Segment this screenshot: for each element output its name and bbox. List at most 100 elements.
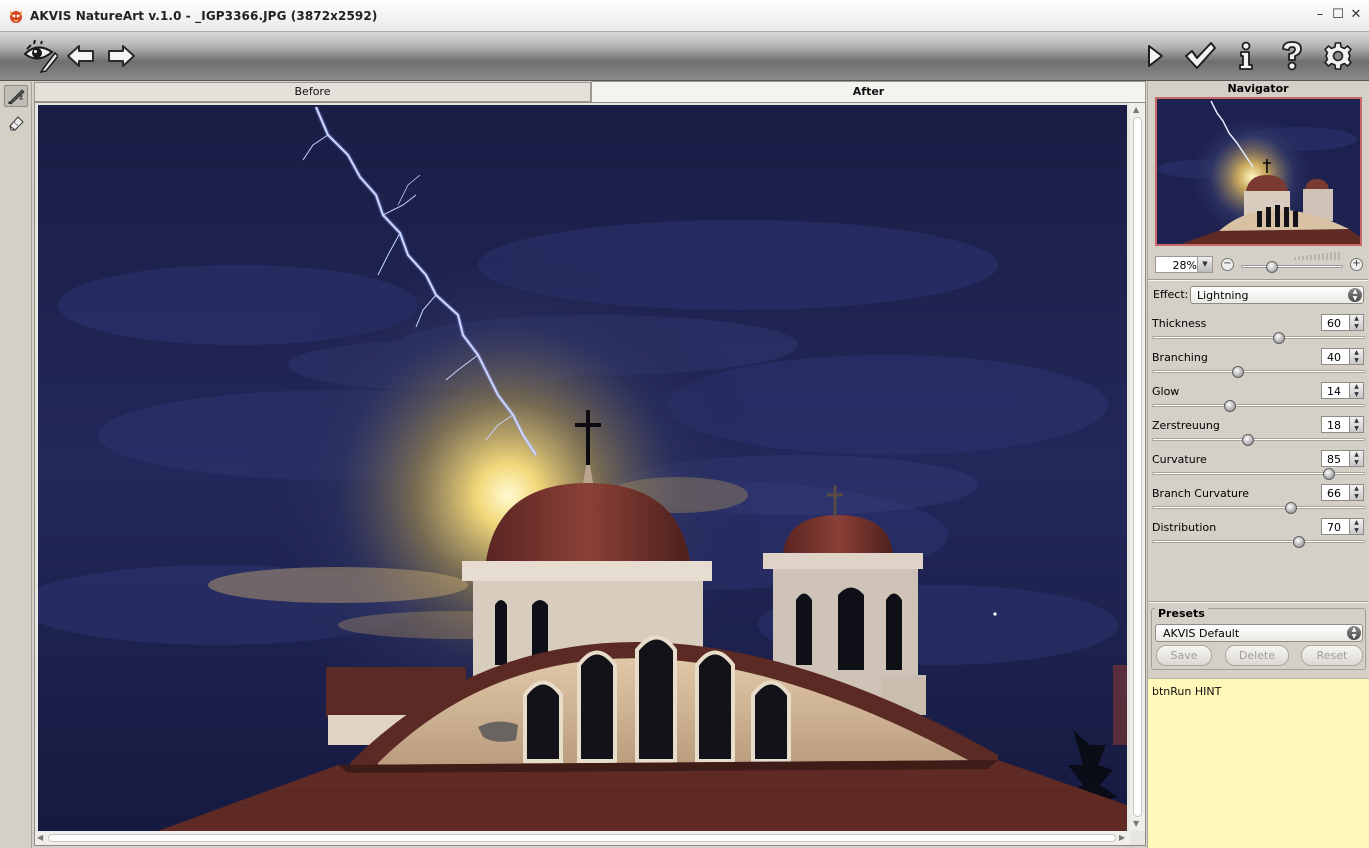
- help-icon: [1282, 41, 1302, 71]
- spin-up-icon[interactable]: ▲: [1350, 349, 1363, 357]
- zoom-dropdown-arrow-icon[interactable]: ▼: [1197, 257, 1212, 272]
- horizontal-scrollbar[interactable]: ◀ ▶: [35, 831, 1130, 845]
- zoom-out-icon[interactable]: −: [1221, 258, 1234, 271]
- param-spinner[interactable]: ▲ ▼: [1350, 314, 1364, 331]
- image-canvas[interactable]: [38, 105, 1127, 831]
- spin-up-icon[interactable]: ▲: [1350, 383, 1363, 391]
- preset-value: AKVIS Default: [1163, 627, 1240, 640]
- param-value-input[interactable]: 40: [1321, 348, 1350, 365]
- main-toolbar: [0, 32, 1369, 81]
- param-label: Zerstreuung: [1152, 419, 1220, 432]
- run-button[interactable]: [1137, 38, 1173, 74]
- effect-select[interactable]: Lightning ▲ ▼: [1190, 286, 1364, 304]
- param-label: Distribution: [1152, 521, 1217, 534]
- spin-up-icon[interactable]: ▲: [1350, 417, 1363, 425]
- spin-up-icon[interactable]: ▲: [1350, 519, 1363, 527]
- param-slider-track[interactable]: [1152, 540, 1365, 543]
- tab-before[interactable]: Before: [34, 82, 591, 102]
- param-slider-track[interactable]: [1152, 404, 1365, 407]
- zoom-slider-track[interactable]: [1241, 265, 1343, 268]
- presets-title: Presets: [1155, 608, 1208, 620]
- param-slider-track[interactable]: [1152, 506, 1365, 509]
- akvis-app-icon: [10, 10, 22, 23]
- param-slider-thumb[interactable]: [1224, 400, 1237, 412]
- info-button[interactable]: [1228, 38, 1264, 74]
- param-value-input[interactable]: 60: [1321, 314, 1350, 331]
- close-button[interactable]: ✕: [1347, 6, 1365, 24]
- param-spinner[interactable]: ▲ ▼: [1350, 348, 1364, 365]
- apply-button[interactable]: [1182, 38, 1218, 74]
- param-spinner[interactable]: ▲ ▼: [1350, 484, 1364, 501]
- save-preset-button[interactable]: Save: [1156, 645, 1212, 666]
- tab-after[interactable]: After: [591, 81, 1146, 102]
- zoom-slider-thumb[interactable]: [1266, 261, 1279, 273]
- param-spinner[interactable]: ▲ ▼: [1350, 518, 1364, 535]
- param-value-input[interactable]: 66: [1321, 484, 1350, 501]
- minimize-button[interactable]: –: [1311, 6, 1329, 24]
- navigator-preview[interactable]: [1155, 97, 1362, 246]
- spin-down-icon[interactable]: ▼: [1350, 459, 1363, 467]
- param-spinner[interactable]: ▲ ▼: [1350, 382, 1364, 399]
- preset-select[interactable]: AKVIS Default ▲ ▼: [1155, 624, 1363, 642]
- apply-checkmark-icon: [1185, 42, 1216, 69]
- image-canvas-frame: ▲ ▼ ◀ ▶: [34, 102, 1146, 846]
- param-slider-track[interactable]: [1152, 370, 1365, 373]
- spin-up-icon[interactable]: ▲: [1350, 315, 1363, 323]
- spin-down-icon[interactable]: ▼: [1350, 323, 1363, 331]
- preview-eye-icon: [23, 39, 58, 73]
- param-slider-thumb[interactable]: [1322, 468, 1335, 480]
- param-label: Glow: [1152, 385, 1180, 398]
- param-value-input[interactable]: 14: [1321, 382, 1350, 399]
- scroll-down-arrow-icon[interactable]: ▼: [1133, 819, 1139, 829]
- vertical-scroll-track[interactable]: [1133, 117, 1142, 817]
- redo-arrow-icon: [108, 45, 135, 67]
- param-slider-thumb[interactable]: [1292, 536, 1305, 548]
- zoom-value: 28%: [1172, 259, 1197, 272]
- zoom-in-icon[interactable]: +: [1350, 258, 1363, 271]
- panel-divider: [1148, 279, 1368, 281]
- maximize-button[interactable]: ☐: [1329, 6, 1347, 24]
- hint-text: btnRun HINT: [1152, 685, 1222, 698]
- info-icon: [1239, 41, 1253, 70]
- spin-down-icon[interactable]: ▼: [1350, 357, 1363, 365]
- param-value-input[interactable]: 18: [1321, 416, 1350, 433]
- horizontal-scroll-track[interactable]: [48, 834, 1116, 842]
- scroll-left-arrow-icon[interactable]: ◀: [37, 833, 43, 843]
- reset-preset-button[interactable]: Reset: [1301, 645, 1363, 666]
- delete-preset-button[interactable]: Delete: [1225, 645, 1289, 666]
- undo-button[interactable]: [63, 38, 99, 74]
- title-bar: AKVIS NatureArt v.1.0 - _IGP3366.JPG (38…: [0, 0, 1369, 32]
- tool-panel: [0, 82, 32, 848]
- param-slider-thumb[interactable]: [1284, 502, 1297, 514]
- param-slider-thumb[interactable]: [1232, 366, 1245, 378]
- vertical-scrollbar[interactable]: ▲ ▼: [1130, 103, 1145, 831]
- spin-up-icon[interactable]: ▲: [1350, 485, 1363, 493]
- app-window: AKVIS NatureArt v.1.0 - _IGP3366.JPG (38…: [0, 0, 1369, 848]
- param-slider-thumb[interactable]: [1272, 332, 1285, 344]
- lightning-brush-tool[interactable]: [4, 85, 28, 107]
- param-slider-track[interactable]: [1152, 438, 1365, 441]
- spin-down-icon[interactable]: ▼: [1350, 527, 1363, 535]
- spin-down-icon[interactable]: ▼: [1350, 425, 1363, 433]
- param-value-input[interactable]: 85: [1321, 450, 1350, 467]
- zoom-combobox[interactable]: 28% ▼: [1155, 256, 1213, 273]
- param-label: Branch Curvature: [1152, 487, 1250, 500]
- help-button[interactable]: [1274, 38, 1310, 74]
- param-value-input[interactable]: 70: [1321, 518, 1350, 535]
- settings-button[interactable]: [1320, 38, 1356, 74]
- param-spinner[interactable]: ▲ ▼: [1350, 416, 1364, 433]
- effect-value: Lightning: [1197, 289, 1249, 302]
- spin-up-icon[interactable]: ▲: [1350, 451, 1363, 459]
- scroll-right-arrow-icon[interactable]: ▶: [1119, 833, 1125, 843]
- spin-down-icon[interactable]: ▼: [1350, 391, 1363, 399]
- param-slider-track[interactable]: [1152, 336, 1365, 339]
- param-spinner[interactable]: ▲ ▼: [1350, 450, 1364, 467]
- param-slider-thumb[interactable]: [1242, 434, 1255, 446]
- zoom-scale-ticks: [1294, 252, 1340, 260]
- redo-button[interactable]: [103, 38, 139, 74]
- settings-panel: Navigator 28% ▼ − + Effect: Lightning ▲ …: [1147, 82, 1369, 848]
- scroll-up-arrow-icon[interactable]: ▲: [1133, 105, 1139, 115]
- spin-down-icon[interactable]: ▼: [1350, 493, 1363, 501]
- eraser-tool[interactable]: [4, 112, 28, 134]
- preview-eye-button[interactable]: [22, 38, 58, 74]
